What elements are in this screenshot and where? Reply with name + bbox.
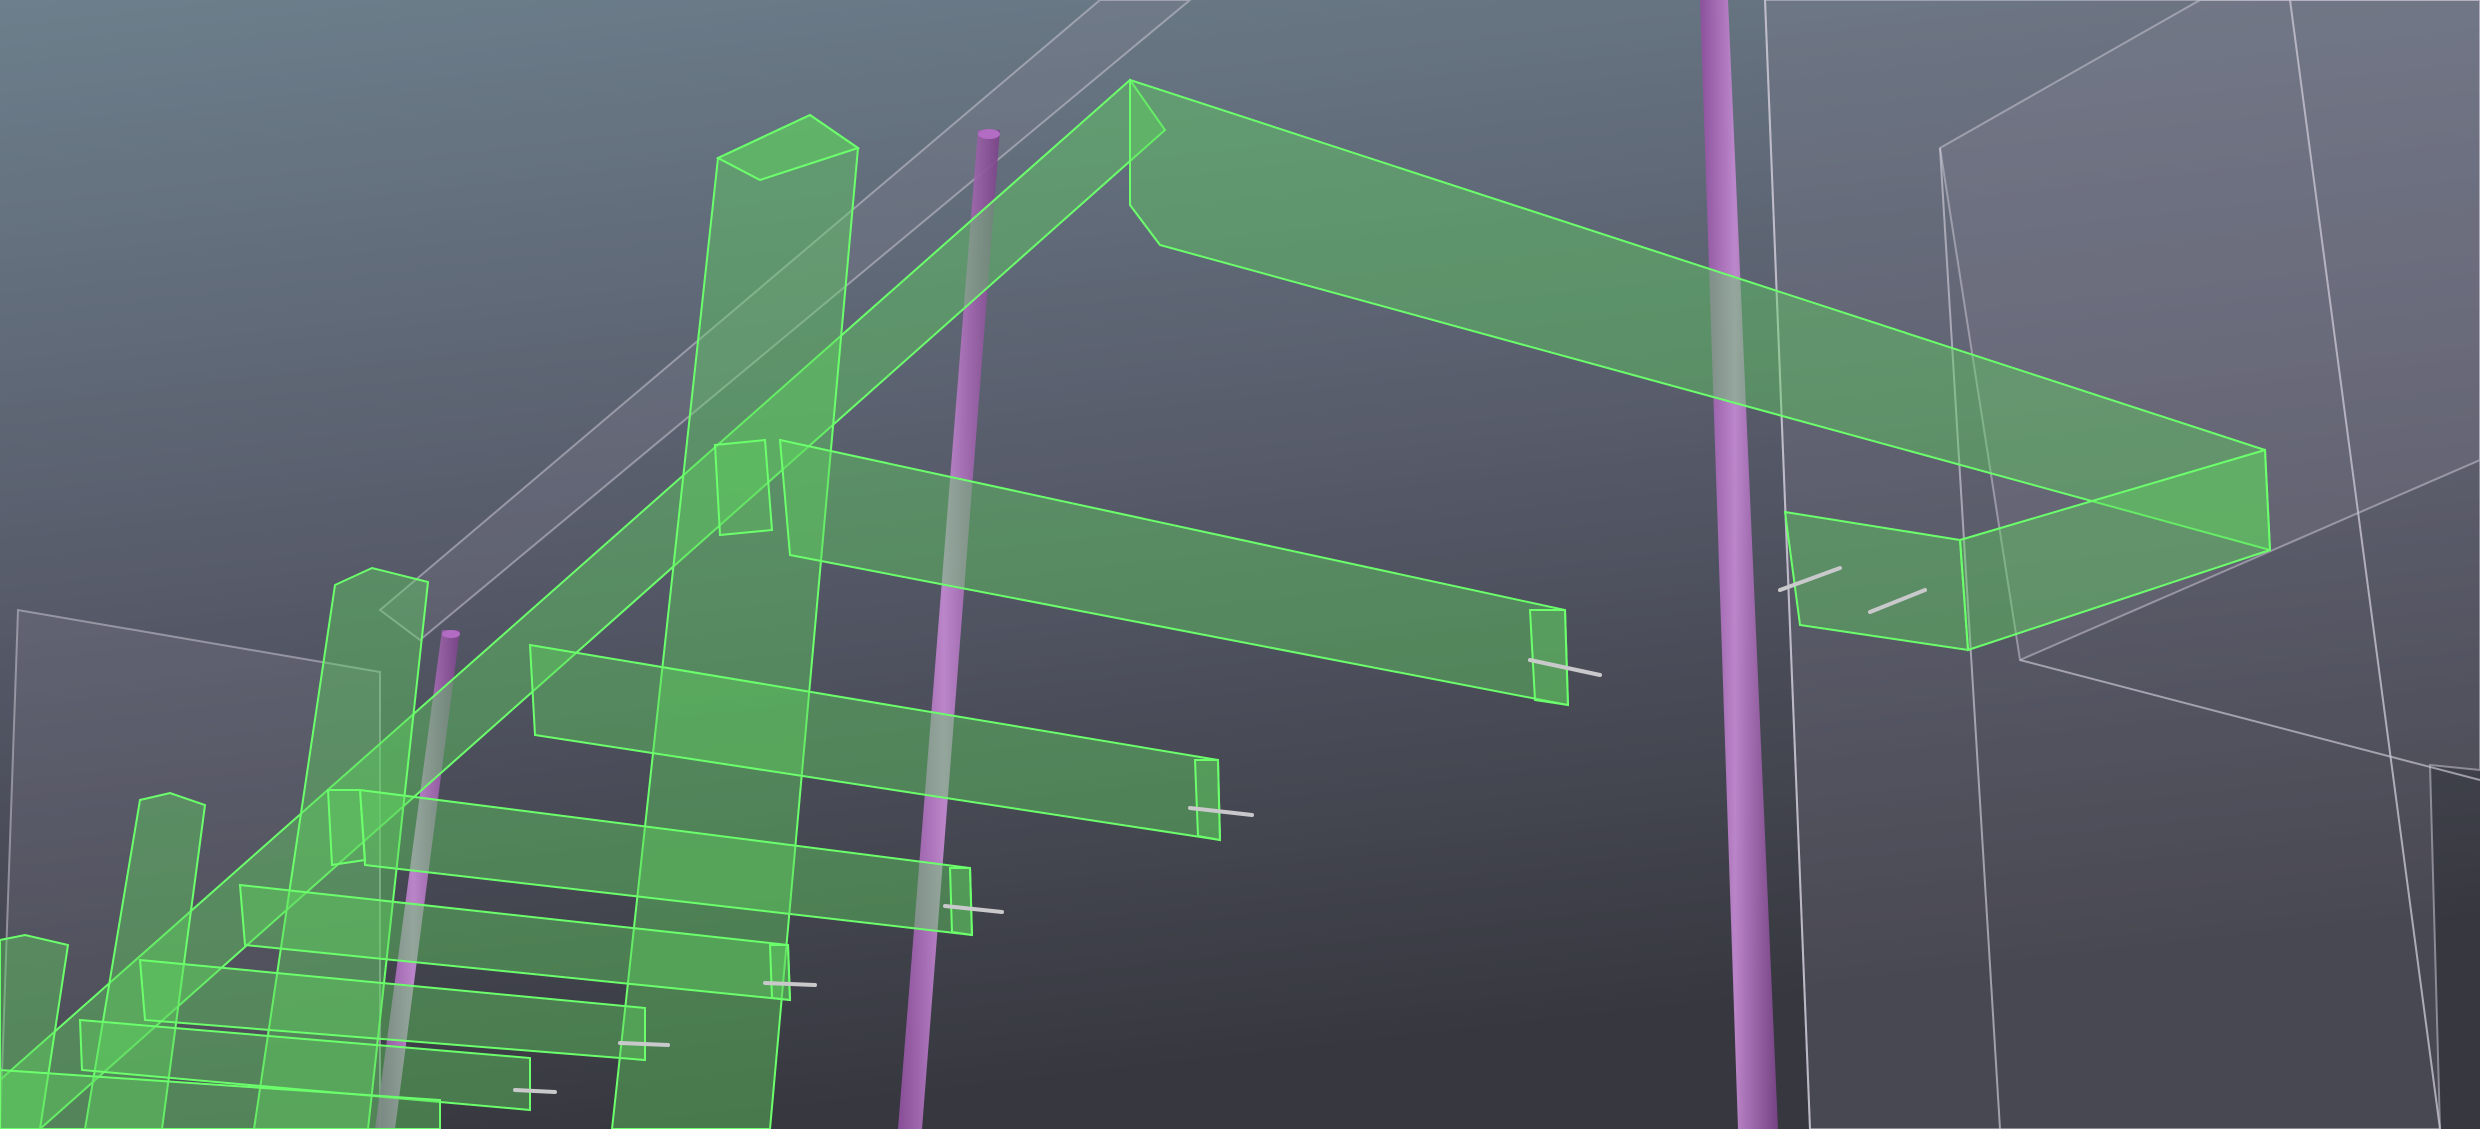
bolt[interactable] [763,981,817,987]
bolt[interactable] [618,1041,670,1047]
3d-viewport[interactable] [0,0,2480,1129]
beam-end-plate[interactable] [326,789,367,867]
bolt[interactable] [513,1088,557,1094]
beam-end-plate[interactable] [768,944,792,1002]
beam-end-plate[interactable] [1193,759,1222,842]
beam-end-plate[interactable] [713,438,774,537]
scene-canvas[interactable] [0,0,2480,1129]
pipe-cap[interactable] [978,129,1000,139]
beam-end-plate[interactable] [948,867,974,937]
beam-end-plate[interactable] [1528,609,1570,707]
pipe-cap[interactable] [442,630,460,638]
